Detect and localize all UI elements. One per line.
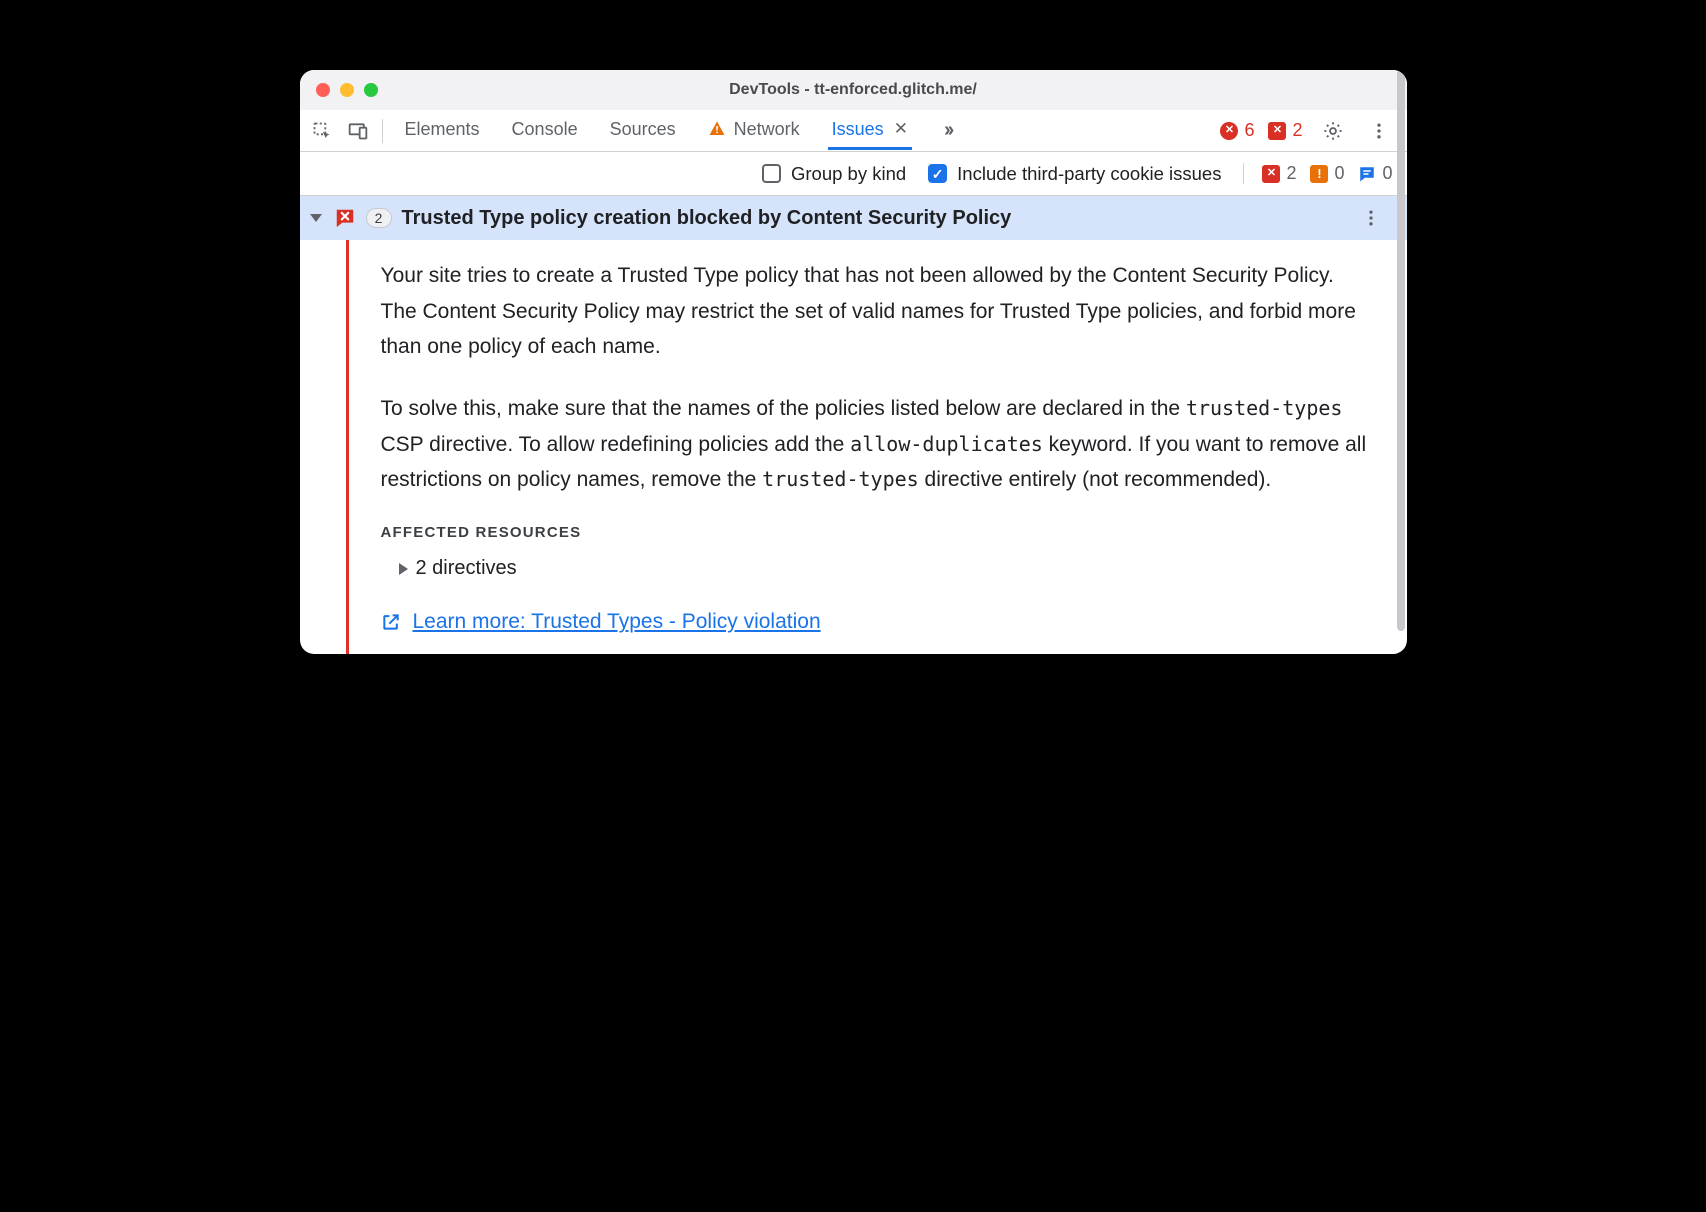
issue-row-menu-icon[interactable] [1361, 208, 1381, 228]
error-circle-icon [1220, 122, 1238, 140]
issue-title: Trusted Type policy creation blocked by … [402, 207, 1012, 230]
improvement-count[interactable]: 0 [1358, 163, 1392, 184]
page-error-count[interactable]: 2 [1262, 163, 1296, 184]
settings-gear-icon[interactable] [1317, 115, 1349, 147]
warning-square-icon [1310, 165, 1328, 183]
titlebar: DevTools - tt-enforced.glitch.me/ [300, 70, 1407, 110]
issues-count[interactable]: 2 [1268, 120, 1302, 141]
page-error-count-value: 2 [1286, 163, 1296, 184]
checkbox-checked-icon [928, 164, 947, 183]
directives-expander[interactable]: 2 directives [399, 557, 1367, 580]
panel-tabs: Elements Console Sources Network Issues … [401, 112, 952, 150]
issues-content: 2 Trusted Type policy creation blocked b… [300, 196, 1407, 654]
more-options-icon[interactable] [1363, 115, 1395, 147]
device-toolbar-icon[interactable] [342, 115, 374, 147]
window-title: DevTools - tt-enforced.glitch.me/ [300, 81, 1407, 99]
improvement-count-value: 0 [1382, 163, 1392, 184]
scrollbar[interactable] [1394, 70, 1407, 654]
devtools-window: DevTools - tt-enforced.glitch.me/ Elemen… [300, 70, 1407, 654]
issues-filter-bar: Group by kind Include third-party cookie… [300, 152, 1407, 196]
tab-issues-label: Issues [832, 120, 884, 138]
issue-count-badge: 2 [366, 208, 392, 228]
issue-kind-counts: 2 0 0 [1243, 163, 1392, 184]
console-error-count[interactable]: 6 [1220, 120, 1254, 141]
tab-network-label: Network [734, 120, 800, 138]
tab-console[interactable]: Console [508, 112, 582, 150]
breaking-change-count-value: 0 [1334, 163, 1344, 184]
warning-triangle-icon [708, 120, 726, 138]
chat-square-icon [1358, 165, 1376, 183]
tab-elements[interactable]: Elements [401, 112, 484, 150]
directives-count-label: 2 directives [416, 557, 517, 580]
tab-sources[interactable]: Sources [606, 112, 680, 150]
inspect-element-icon[interactable] [306, 115, 338, 147]
main-toolbar: Elements Console Sources Network Issues … [300, 110, 1407, 152]
issue-row-header[interactable]: 2 Trusted Type policy creation blocked b… [300, 196, 1407, 240]
tab-issues[interactable]: Issues ✕ [828, 112, 912, 150]
error-count-value: 6 [1244, 120, 1254, 141]
expand-triangle-right-icon [399, 563, 408, 575]
toolbar-divider [382, 119, 383, 143]
breaking-change-count[interactable]: 0 [1310, 163, 1344, 184]
learn-more-link[interactable]: Learn more: Trusted Types - Policy viola… [413, 610, 821, 634]
issue-description-p1: Your site tries to create a Trusted Type… [381, 258, 1367, 365]
tab-network[interactable]: Network [704, 112, 804, 150]
expand-triangle-down-icon [310, 214, 322, 222]
error-square-icon [1262, 165, 1280, 183]
group-by-kind-label: Group by kind [791, 163, 906, 185]
checkbox-unchecked-icon [762, 164, 781, 183]
issues-count-value: 2 [1292, 120, 1302, 141]
issue-description-p2: To solve this, make sure that the names … [381, 391, 1367, 498]
include-third-party-label: Include third-party cookie issues [957, 163, 1221, 185]
error-chat-icon [334, 207, 356, 229]
more-tabs-icon[interactable]: ›› [944, 119, 951, 142]
include-third-party-checkbox[interactable]: Include third-party cookie issues [928, 163, 1221, 185]
group-by-kind-checkbox[interactable]: Group by kind [762, 163, 906, 185]
error-square-icon [1268, 122, 1286, 140]
affected-resources-label: Affected Resources [381, 524, 1367, 541]
toolbar-right: 6 2 [1220, 115, 1394, 147]
issue-body: Your site tries to create a Trusted Type… [346, 240, 1407, 654]
close-tab-icon[interactable]: ✕ [894, 120, 908, 137]
learn-more-row: Learn more: Trusted Types - Policy viola… [381, 610, 1367, 634]
scrollbar-thumb[interactable] [1397, 70, 1405, 631]
external-link-icon [381, 612, 401, 632]
